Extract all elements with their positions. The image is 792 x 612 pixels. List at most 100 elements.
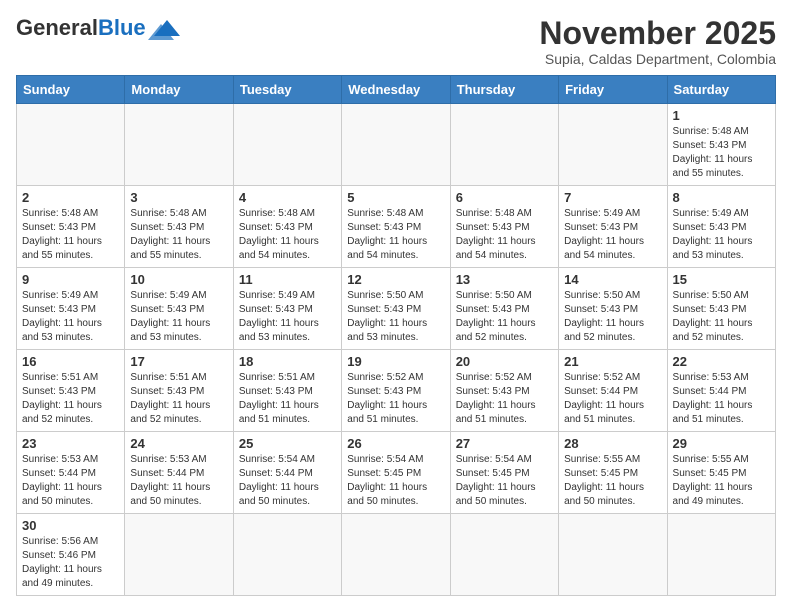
day-info: Sunrise: 5:49 AM Sunset: 5:43 PM Dayligh… xyxy=(564,207,661,263)
day-info: Sunrise: 5:49 AM Sunset: 5:43 PM Dayligh… xyxy=(673,207,770,263)
day-cell: 17 Sunrise: 5:51 AM Sunset: 5:43 PM Dayli… xyxy=(125,350,233,432)
day-number: 28 xyxy=(564,436,661,451)
day-cell: 4 Sunrise: 5:48 AM Sunset: 5:43 PM Daylig… xyxy=(233,186,341,268)
day-cell: 12Sunrise: 5:50 AM Sunset: 5:43 PM Dayli… xyxy=(342,268,450,350)
week-row-4: 23 Sunrise: 5:53 AM Sunset: 5:44 PM Dayli… xyxy=(17,432,776,514)
day-info: Sunrise: 5:53 AM Sunset: 5:44 PM Dayligh… xyxy=(22,453,119,509)
day-number: 30 xyxy=(22,518,119,533)
day-number: 8 xyxy=(673,190,770,205)
day-cell: 15 Sunrise: 5:50 AM Sunset: 5:43 PM Dayli… xyxy=(667,268,775,350)
day-number: 26 xyxy=(347,436,444,451)
day-number: 23 xyxy=(22,436,119,451)
day-number: 3 xyxy=(130,190,227,205)
day-cell: 3 Sunrise: 5:48 AM Sunset: 5:43 PM Daylig… xyxy=(125,186,233,268)
day-number: 2 xyxy=(22,190,119,205)
day-number: 16 xyxy=(22,354,119,369)
day-number: 25 xyxy=(239,436,336,451)
day-info: Sunrise: 5:49 AM Sunset: 5:43 PM Dayligh… xyxy=(239,289,336,345)
day-number: 24 xyxy=(130,436,227,451)
day-cell: 21 Sunrise: 5:52 AM Sunset: 5:44 PM Dayli… xyxy=(559,350,667,432)
day-number: 11 xyxy=(239,272,336,287)
day-info: Sunrise: 5:52 AM Sunset: 5:43 PM Dayligh… xyxy=(347,371,444,427)
day-info: Sunrise: 5:52 AM Sunset: 5:44 PM Dayligh… xyxy=(564,371,661,427)
day-number: 13 xyxy=(456,272,553,287)
day-cell: 8 Sunrise: 5:49 AM Sunset: 5:43 PM Daylig… xyxy=(667,186,775,268)
logo-text: GeneralBlue xyxy=(16,17,146,39)
day-cell: 28 Sunrise: 5:55 AM Sunset: 5:45 PM Dayli… xyxy=(559,432,667,514)
day-cell: 6Sunrise: 5:48 AM Sunset: 5:43 PM Daylig… xyxy=(450,186,558,268)
day-info: Sunrise: 5:48 AM Sunset: 5:43 PM Dayligh… xyxy=(673,125,770,181)
week-row-0: 1Sunrise: 5:48 AM Sunset: 5:43 PM Daylig… xyxy=(17,104,776,186)
day-cell: 25 Sunrise: 5:54 AM Sunset: 5:44 PM Dayli… xyxy=(233,432,341,514)
day-cell: 30Sunrise: 5:56 AM Sunset: 5:46 PM Dayli… xyxy=(17,514,125,596)
logo: GeneralBlue xyxy=(16,16,186,40)
day-cell xyxy=(125,514,233,596)
day-number: 17 xyxy=(130,354,227,369)
day-number: 7 xyxy=(564,190,661,205)
day-info: Sunrise: 5:51 AM Sunset: 5:43 PM Dayligh… xyxy=(239,371,336,427)
day-number: 21 xyxy=(564,354,661,369)
day-cell: 13Sunrise: 5:50 AM Sunset: 5:43 PM Dayli… xyxy=(450,268,558,350)
day-info: Sunrise: 5:49 AM Sunset: 5:43 PM Dayligh… xyxy=(130,289,227,345)
day-cell xyxy=(17,104,125,186)
day-cell: 1Sunrise: 5:48 AM Sunset: 5:43 PM Daylig… xyxy=(667,104,775,186)
day-cell: 14Sunrise: 5:50 AM Sunset: 5:43 PM Dayli… xyxy=(559,268,667,350)
weekday-header-friday: Friday xyxy=(559,76,667,104)
day-number: 4 xyxy=(239,190,336,205)
day-cell: 9 Sunrise: 5:49 AM Sunset: 5:43 PM Daylig… xyxy=(17,268,125,350)
header: GeneralBlue November 2025 Supia, Caldas … xyxy=(16,16,776,67)
day-number: 15 xyxy=(673,272,770,287)
day-info: Sunrise: 5:49 AM Sunset: 5:43 PM Dayligh… xyxy=(22,289,119,345)
day-cell xyxy=(559,514,667,596)
day-cell xyxy=(233,514,341,596)
day-cell: 2 Sunrise: 5:48 AM Sunset: 5:43 PM Daylig… xyxy=(17,186,125,268)
week-row-3: 16 Sunrise: 5:51 AM Sunset: 5:43 PM Dayli… xyxy=(17,350,776,432)
day-cell: 18Sunrise: 5:51 AM Sunset: 5:43 PM Dayli… xyxy=(233,350,341,432)
day-info: Sunrise: 5:48 AM Sunset: 5:43 PM Dayligh… xyxy=(130,207,227,263)
day-number: 12 xyxy=(347,272,444,287)
week-row-2: 9 Sunrise: 5:49 AM Sunset: 5:43 PM Daylig… xyxy=(17,268,776,350)
day-number: 10 xyxy=(130,272,227,287)
day-number: 9 xyxy=(22,272,119,287)
weekday-header-tuesday: Tuesday xyxy=(233,76,341,104)
day-info: Sunrise: 5:48 AM Sunset: 5:43 PM Dayligh… xyxy=(239,207,336,263)
day-info: Sunrise: 5:51 AM Sunset: 5:43 PM Dayligh… xyxy=(130,371,227,427)
day-cell xyxy=(233,104,341,186)
day-cell xyxy=(342,514,450,596)
day-info: Sunrise: 5:53 AM Sunset: 5:44 PM Dayligh… xyxy=(130,453,227,509)
weekday-header-thursday: Thursday xyxy=(450,76,558,104)
day-cell xyxy=(342,104,450,186)
day-info: Sunrise: 5:55 AM Sunset: 5:45 PM Dayligh… xyxy=(564,453,661,509)
logo-icon xyxy=(148,18,186,40)
day-cell: 24 Sunrise: 5:53 AM Sunset: 5:44 PM Dayli… xyxy=(125,432,233,514)
day-info: Sunrise: 5:51 AM Sunset: 5:43 PM Dayligh… xyxy=(22,371,119,427)
day-cell: 29Sunrise: 5:55 AM Sunset: 5:45 PM Dayli… xyxy=(667,432,775,514)
day-cell: 19 Sunrise: 5:52 AM Sunset: 5:43 PM Dayli… xyxy=(342,350,450,432)
day-cell: 26 Sunrise: 5:54 AM Sunset: 5:45 PM Dayli… xyxy=(342,432,450,514)
weekday-header-monday: Monday xyxy=(125,76,233,104)
day-info: Sunrise: 5:53 AM Sunset: 5:44 PM Dayligh… xyxy=(673,371,770,427)
day-info: Sunrise: 5:48 AM Sunset: 5:43 PM Dayligh… xyxy=(456,207,553,263)
day-info: Sunrise: 5:48 AM Sunset: 5:43 PM Dayligh… xyxy=(347,207,444,263)
day-cell: 11 Sunrise: 5:49 AM Sunset: 5:43 PM Dayli… xyxy=(233,268,341,350)
day-cell: 5Sunrise: 5:48 AM Sunset: 5:43 PM Daylig… xyxy=(342,186,450,268)
day-cell xyxy=(450,104,558,186)
day-cell: 7 Sunrise: 5:49 AM Sunset: 5:43 PM Daylig… xyxy=(559,186,667,268)
day-info: Sunrise: 5:50 AM Sunset: 5:43 PM Dayligh… xyxy=(673,289,770,345)
day-info: Sunrise: 5:50 AM Sunset: 5:43 PM Dayligh… xyxy=(564,289,661,345)
day-number: 19 xyxy=(347,354,444,369)
day-cell xyxy=(450,514,558,596)
day-info: Sunrise: 5:54 AM Sunset: 5:45 PM Dayligh… xyxy=(347,453,444,509)
day-cell xyxy=(667,514,775,596)
calendar: SundayMondayTuesdayWednesdayThursdayFrid… xyxy=(16,75,776,596)
day-info: Sunrise: 5:54 AM Sunset: 5:44 PM Dayligh… xyxy=(239,453,336,509)
day-cell: 20Sunrise: 5:52 AM Sunset: 5:43 PM Dayli… xyxy=(450,350,558,432)
day-info: Sunrise: 5:48 AM Sunset: 5:43 PM Dayligh… xyxy=(22,207,119,263)
day-cell: 22 Sunrise: 5:53 AM Sunset: 5:44 PM Dayli… xyxy=(667,350,775,432)
day-number: 29 xyxy=(673,436,770,451)
day-number: 22 xyxy=(673,354,770,369)
week-row-1: 2 Sunrise: 5:48 AM Sunset: 5:43 PM Daylig… xyxy=(17,186,776,268)
title-area: November 2025 Supia, Caldas Department, … xyxy=(539,16,776,67)
day-number: 20 xyxy=(456,354,553,369)
day-cell: 16 Sunrise: 5:51 AM Sunset: 5:43 PM Dayli… xyxy=(17,350,125,432)
